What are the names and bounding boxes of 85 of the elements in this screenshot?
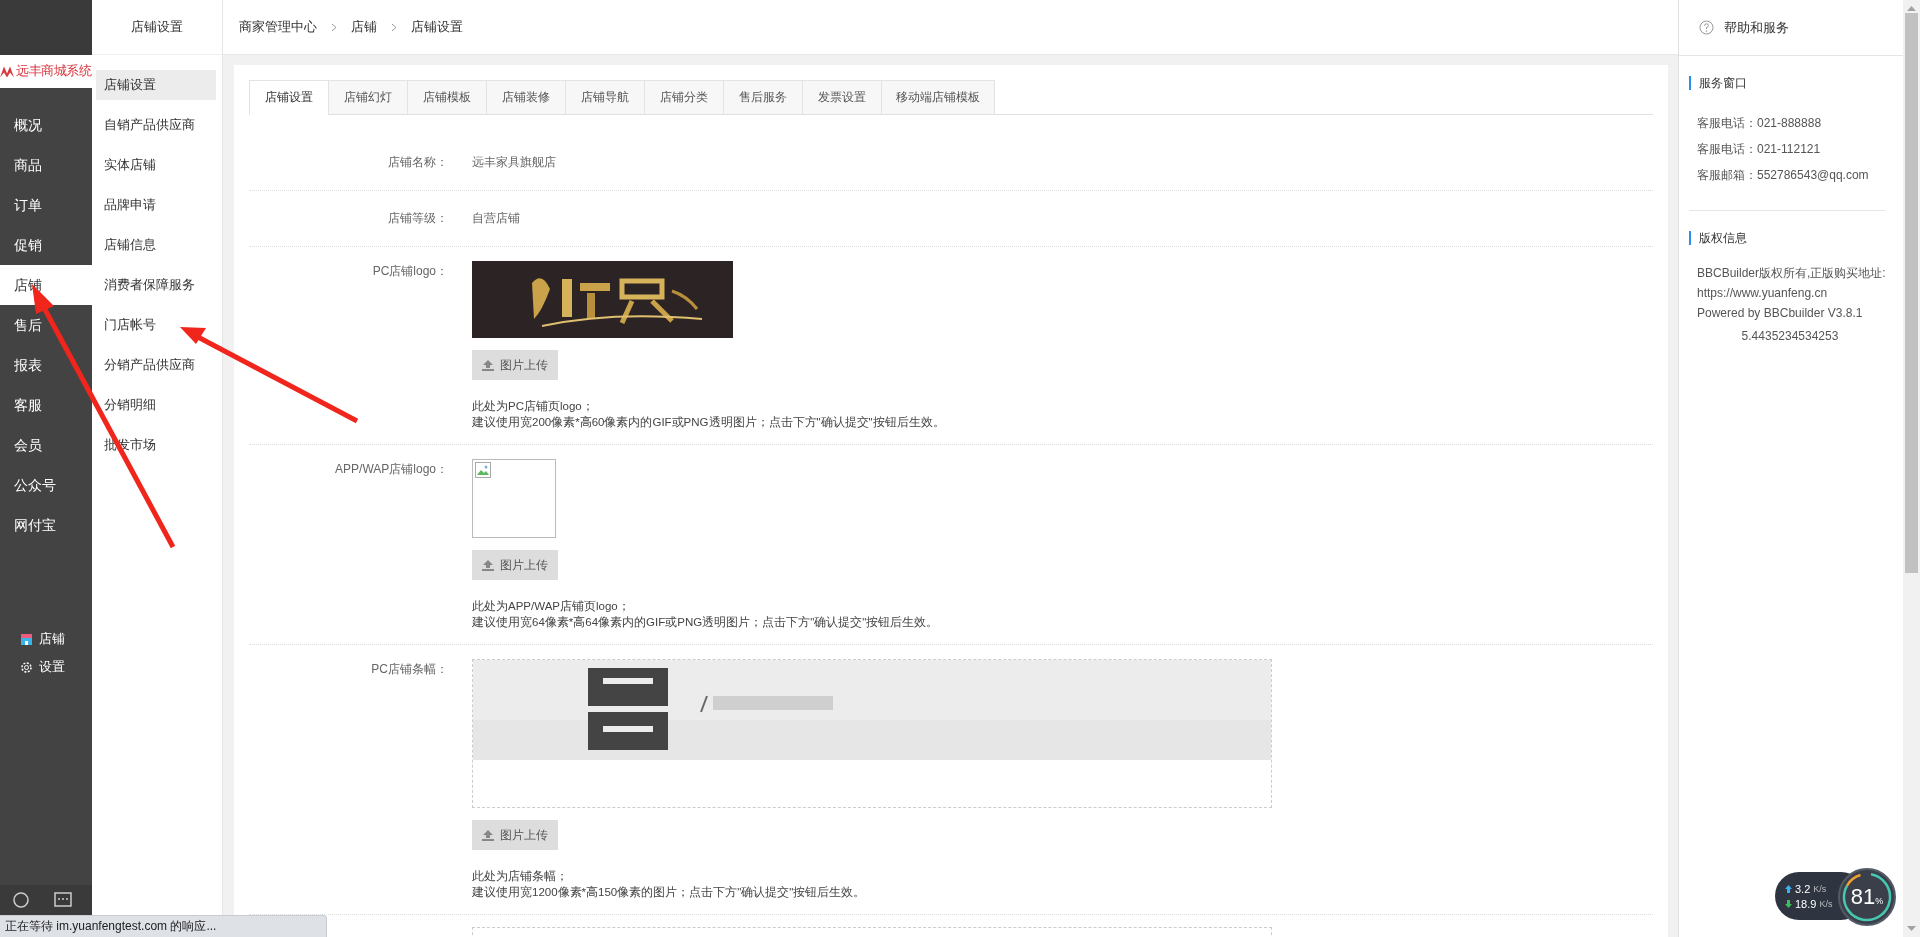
menu-item[interactable]: 会员: [0, 425, 92, 465]
broken-image-icon: [475, 462, 491, 478]
panel-title: 帮助和服务: [1724, 18, 1789, 37]
info-text: BBCBuilder版权所有,正版购买地址:: [1697, 265, 1887, 282]
hint-text: 此处为PC店铺页logo；: [472, 399, 595, 414]
tab[interactable]: 发票设置: [803, 80, 882, 114]
info-text: https://www.yuanfeng.cn: [1697, 285, 1829, 302]
upload-arrow-icon: [1785, 884, 1792, 893]
menu-item[interactable]: 促销: [0, 225, 92, 265]
nav-item[interactable]: 品牌申请: [96, 190, 216, 220]
chevron-right-icon: [391, 22, 397, 32]
tab[interactable]: 店铺导航: [566, 80, 645, 114]
field-value: 远丰家具旗舰店: [472, 154, 556, 171]
menu-item[interactable]: 公众号: [0, 465, 92, 505]
upload-icon: [482, 559, 494, 571]
menu-item[interactable]: 订单: [0, 185, 92, 225]
shortcut-link[interactable]: 设置: [39, 658, 65, 676]
field-label: PC店铺logo：: [371, 263, 449, 280]
scrollbar-thumb[interactable]: [1905, 13, 1918, 573]
hint-text: 此处为店铺条幅；: [472, 869, 569, 884]
tab[interactable]: 店铺幻灯: [329, 80, 408, 114]
breadcrumb-link[interactable]: 店铺设置: [411, 18, 463, 36]
field-label: 店铺等级：: [387, 210, 449, 227]
version-text: 5.4435234534253: [1740, 329, 1840, 343]
menu-item[interactable]: 报表: [0, 345, 92, 385]
tab[interactable]: 店铺分类: [645, 80, 724, 114]
help-icon[interactable]: [1699, 20, 1714, 35]
hint-text: 建议使用宽64像素*高64像素内的GIF或PNG透明图片；点击下方"确认提交"按钮后生效。: [472, 615, 939, 630]
hint-text: 此处为APP/WAP店铺页logo；: [472, 599, 631, 614]
scroll-up-icon[interactable]: [1907, 6, 1916, 11]
info-text: 客服电话：021-112121: [1697, 141, 1822, 158]
info-text: Powered by BBCbuilder V3.8.1: [1697, 305, 1864, 322]
scroll-down-icon[interactable]: [1907, 926, 1916, 931]
nav-item[interactable]: 分销产品供应商: [96, 350, 216, 380]
download-arrow-icon: [1785, 899, 1792, 908]
speed-value: 3.2: [1795, 882, 1811, 895]
bird-logo-icon: [0, 65, 14, 78]
breadcrumb-link[interactable]: 商家管理中心: [239, 18, 317, 36]
hint-text: 建议使用宽200像素*高60像素内的GIF或PNG透明图片；点击下方"确认提交"按钮后生效。: [472, 415, 945, 430]
menu-item[interactable]: 售后: [0, 305, 92, 345]
nav-item[interactable]: 店铺设置: [96, 70, 216, 100]
usage-unit: %: [1875, 896, 1884, 906]
hint-text: 建议使用宽1200像素*高150像素的图片；点击下方"确认提交"按钮后生效。: [472, 885, 866, 900]
tab[interactable]: 店铺设置: [249, 80, 329, 115]
tab[interactable]: 店铺模板: [408, 80, 487, 114]
section-title: 服务窗口: [1689, 76, 1885, 90]
speed-value: 18.9: [1795, 897, 1817, 910]
panel-title: 店铺设置: [92, 0, 222, 55]
field-label: 店铺名称：: [387, 154, 449, 171]
nav-item[interactable]: 门店帐号: [96, 310, 216, 340]
breadcrumb-link[interactable]: 店铺: [351, 18, 377, 36]
tab[interactable]: 售后服务: [724, 80, 803, 114]
field-value: 自营店铺: [472, 210, 520, 227]
nav-item[interactable]: 店铺信息: [96, 230, 216, 260]
nav-item[interactable]: 实体店铺: [96, 150, 216, 180]
upload-button[interactable]: 图片上传: [472, 820, 558, 850]
usage-value: 81: [1850, 884, 1876, 910]
upload-icon: [482, 829, 494, 841]
logo-text: 远丰商城系统: [16, 63, 91, 80]
shortcut-link[interactable]: 店铺: [39, 630, 65, 648]
shop-icon: [20, 632, 33, 646]
field-label: PC店铺条幅：: [370, 661, 449, 678]
upload-button[interactable]: 图片上传: [472, 550, 558, 580]
menu-item[interactable]: 网付宝: [0, 505, 92, 545]
menu-item[interactable]: 客服: [0, 385, 92, 425]
upload-icon: [482, 359, 494, 371]
gear-icon: [20, 660, 33, 674]
speed-unit: K/s: [1819, 898, 1833, 909]
tab[interactable]: 店铺装修: [487, 80, 566, 114]
nav-item[interactable]: 消费者保障服务: [96, 270, 216, 300]
menu-item[interactable]: 商品: [0, 145, 92, 185]
info-text: 客服电话：021-888888: [1697, 115, 1823, 132]
menu-item[interactable]: 概况: [0, 105, 92, 145]
upload-button[interactable]: 图片上传: [472, 350, 558, 380]
nav-item[interactable]: 分销明细: [96, 390, 216, 420]
search-icon[interactable]: [12, 891, 30, 909]
speed-unit: K/s: [1813, 883, 1827, 894]
tab[interactable]: 移动端店铺模板: [882, 80, 995, 114]
field-label: APP/WAP店铺logo：: [334, 461, 449, 478]
info-text: 客服邮箱：552786543@qq.com: [1697, 167, 1870, 184]
status-toast: 正在等待 im.yuanfengtest.com 的响应...: [0, 915, 328, 937]
chevron-right-icon: [331, 22, 337, 32]
chat-icon[interactable]: [54, 892, 72, 908]
section-title: 版权信息: [1689, 231, 1891, 245]
nav-item[interactable]: 自销产品供应商: [96, 110, 216, 140]
